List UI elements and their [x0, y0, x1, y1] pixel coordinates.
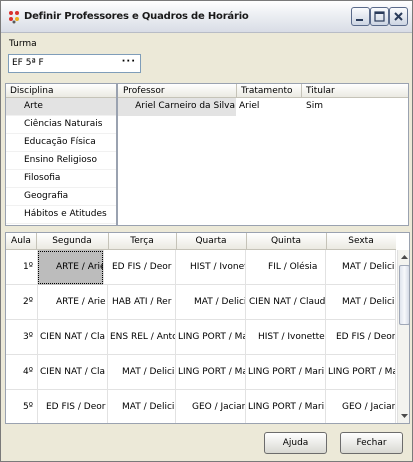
col-header-sexta[interactable]: Sexta: [326, 236, 396, 246]
schedule-cell[interactable]: LING PORT / Ma: [176, 320, 246, 355]
col-header-tratamento[interactable]: Tratamento: [241, 86, 292, 96]
aula-number: 5º: [23, 402, 33, 412]
turma-browse-button[interactable]: ···: [122, 56, 136, 67]
table-row[interactable]: 1º ARTE / Arie ED FIS / Deor HIST / Ivon…: [6, 250, 396, 285]
schedule-scrollbar[interactable]: [397, 250, 409, 423]
schedule-cell[interactable]: MAT / Delici: [326, 250, 396, 285]
professor-grid-header: Professor Tratamento Titular: [118, 84, 408, 98]
table-row[interactable]: 2º ARTE / Arie HAB ATI / Rer MAT / Delic…: [6, 285, 396, 320]
table-row[interactable]: Ariel Carneiro da Silva Ariel Sim: [118, 98, 408, 116]
professor-grid[interactable]: Professor Tratamento Titular Ariel Carne…: [117, 83, 409, 226]
disciplina-item-geografia[interactable]: Geografia: [6, 188, 116, 206]
schedule-cell[interactable]: CIEN NAT / Claud: [246, 285, 326, 320]
schedule-cell[interactable]: ED FIS / Deor: [37, 390, 108, 423]
scroll-down-icon[interactable]: [398, 408, 409, 423]
title-bar[interactable]: Definir Professores e Quadros de Horário: [1, 1, 412, 33]
disciplina-item-ensino-religioso[interactable]: Ensino Religioso: [6, 152, 116, 170]
schedule-cell[interactable]: LING PORT / Ma: [176, 355, 246, 390]
professor-name: Ariel Carneiro da Silva: [135, 101, 235, 111]
table-row[interactable]: 3º CIEN NAT / Cla ENS REL / Antc LING PO…: [6, 320, 396, 355]
dots-app-icon: [7, 10, 21, 24]
table-row[interactable]: 4º CIEN NAT / Cla MAT / Delici LING PORT…: [6, 355, 396, 390]
schedule-cell[interactable]: MAT / Delici: [108, 390, 176, 423]
schedule-cell[interactable]: CIEN NAT / Cla: [37, 320, 108, 355]
col-header-professor[interactable]: Professor: [123, 86, 165, 96]
schedule-cell[interactable]: LING PORT / Mari: [246, 355, 326, 390]
schedule-cell[interactable]: MAT / Delici: [108, 355, 176, 390]
col-header-terca[interactable]: Terça: [108, 236, 176, 246]
scrollbar-thumb[interactable]: [399, 265, 409, 325]
help-button[interactable]: Ajuda: [264, 432, 327, 454]
schedule-cell[interactable]: ENS REL / Antc: [108, 320, 176, 355]
aula-number: 1º: [23, 262, 33, 272]
minimize-button[interactable]: [351, 7, 370, 26]
col-header-aula[interactable]: Aula: [6, 236, 36, 246]
schedule-cell[interactable]: HAB ATI / Rer: [108, 285, 176, 320]
disciplina-item-arte[interactable]: Arte: [6, 98, 116, 116]
disciplina-item-educacao-fisica[interactable]: Educação Física: [6, 134, 116, 152]
close-icon: [394, 12, 403, 21]
schedule-cell[interactable]: HIST / Ivonette: [246, 320, 326, 355]
disciplina-item-ciencias-naturais[interactable]: Ciências Naturais: [6, 116, 116, 134]
maximize-button[interactable]: [370, 7, 389, 26]
table-row[interactable]: 5º ED FIS / Deor MAT / Delici GEO / Jaci…: [6, 390, 396, 423]
aula-number: 2º: [23, 297, 33, 307]
disciplina-header[interactable]: Disciplina: [6, 84, 116, 98]
main-window: Definir Professores e Quadros de Horário…: [0, 0, 413, 462]
minimize-icon: [356, 19, 363, 21]
maximize-icon: [374, 11, 385, 22]
professor-titular: Sim: [306, 101, 323, 111]
schedule-cell[interactable]: ED FIS / Deor: [326, 320, 396, 355]
close-button[interactable]: [389, 7, 408, 26]
aula-number: 4º: [23, 367, 33, 377]
schedule-cell[interactable]: GEO / Jaciar: [176, 390, 246, 423]
schedule-cell[interactable]: CIEN NAT / Cla: [37, 355, 108, 390]
schedule-cell[interactable]: MAT / Delici: [326, 285, 396, 320]
schedule-cell[interactable]: GEO / Jaciar: [326, 390, 396, 423]
schedule-cell[interactable]: ED FIS / Deor: [108, 250, 176, 285]
schedule-cell[interactable]: ARTE / Arie: [37, 250, 104, 285]
col-header-quinta[interactable]: Quinta: [246, 236, 326, 246]
aula-number: 3º: [23, 332, 33, 342]
schedule-cell[interactable]: MAT / Delicie: [176, 285, 246, 320]
turma-field[interactable]: EF 5ª F ···: [8, 54, 141, 73]
schedule-cell[interactable]: LING PORT / Mari: [246, 390, 326, 423]
disciplina-item-filosofia[interactable]: Filosofia: [6, 170, 116, 188]
col-header-titular[interactable]: Titular: [306, 86, 335, 96]
turma-value: EF 5ª F: [12, 58, 44, 68]
turma-label: Turma: [9, 39, 37, 49]
schedule-grid-header: Aula Segunda Terça Quarta Quinta Sexta: [6, 233, 396, 250]
schedule-cell[interactable]: HIST / Ivonet: [176, 250, 246, 285]
col-header-segunda[interactable]: Segunda: [36, 236, 108, 246]
col-header-quarta[interactable]: Quarta: [176, 236, 246, 246]
schedule-grid[interactable]: Aula Segunda Terça Quarta Quinta Sexta 1…: [5, 232, 410, 424]
disciplina-list[interactable]: Disciplina Arte Ciências Naturais Educaç…: [5, 83, 117, 226]
schedule-cell[interactable]: FIL / Olésia: [246, 250, 326, 285]
scroll-up-icon[interactable]: [398, 250, 409, 265]
window-title: Definir Professores e Quadros de Horário: [24, 11, 249, 22]
schedule-cell[interactable]: ARTE / Arie: [37, 285, 108, 320]
schedule-cell[interactable]: LING PORT / Ma: [326, 355, 396, 390]
close-dialog-button[interactable]: Fechar: [340, 432, 403, 454]
disciplina-item-habitos-atitudes[interactable]: Hábitos e Atitudes: [6, 206, 116, 224]
professor-tratamento: Ariel: [239, 101, 260, 111]
